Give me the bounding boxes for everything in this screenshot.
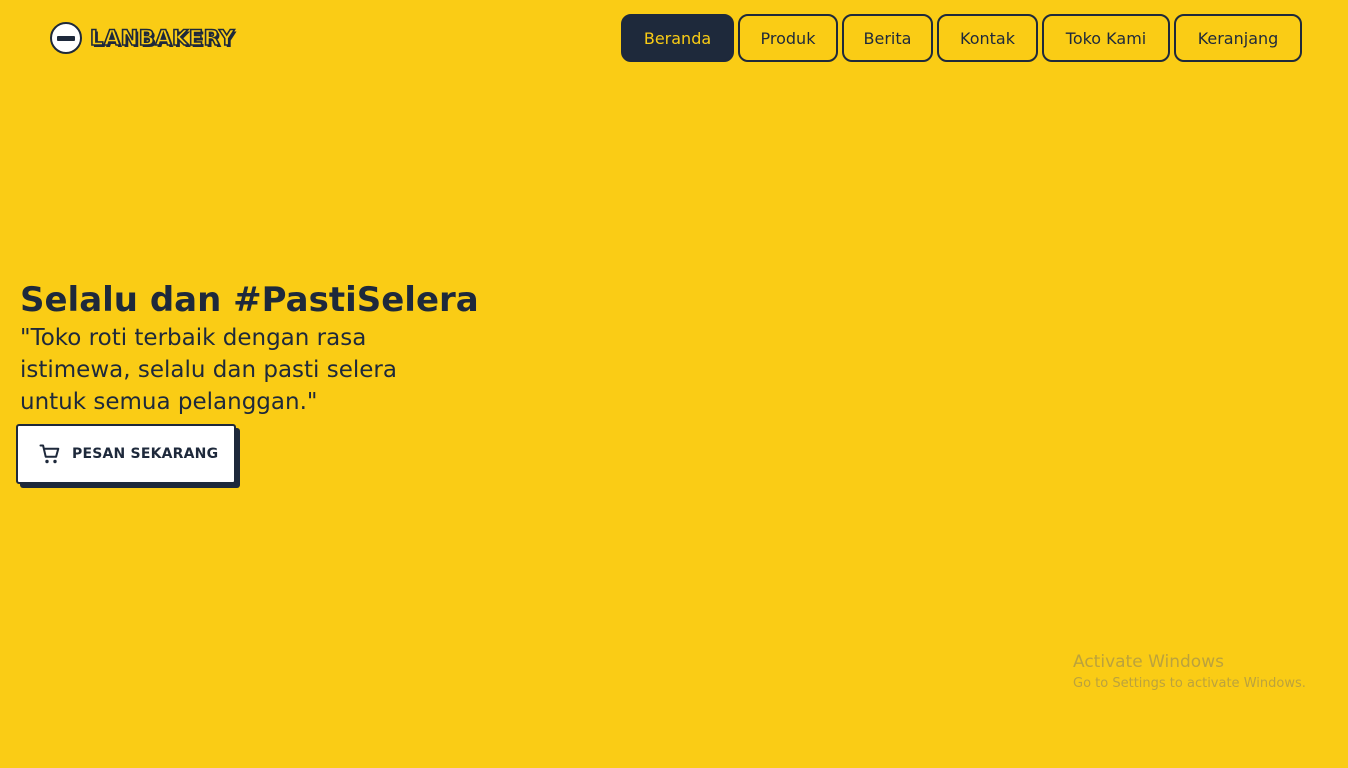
main-nav: Beranda Produk Berita Kontak Toko Kami K…	[621, 14, 1302, 62]
nav-item-beranda[interactable]: Beranda	[621, 14, 734, 62]
bakery-logo-icon	[50, 22, 82, 54]
watermark-subtitle: Go to Settings to activate Windows.	[1073, 676, 1306, 691]
brand-name: LANBAKERY	[89, 25, 235, 50]
watermark-title: Activate Windows	[1073, 652, 1224, 672]
shopping-cart-icon	[39, 444, 60, 464]
brand-logo[interactable]: LANBAKERY	[50, 20, 235, 56]
hero-tagline: "Toko roti terbaik dengan rasa istimewa,…	[20, 325, 397, 415]
windows-activation-watermark: Activate Windows Go to Settings to activ…	[1073, 651, 1306, 694]
nav-item-kontak[interactable]: Kontak	[937, 14, 1038, 62]
nav-item-berita[interactable]: Berita	[842, 14, 933, 62]
nav-item-toko-kami[interactable]: Toko Kami	[1042, 14, 1170, 62]
order-now-label: PESAN SEKARANG	[72, 446, 219, 462]
nav-item-produk[interactable]: Produk	[738, 14, 838, 62]
landing-page: LANBAKERY Beranda Produk Berita Kontak T…	[0, 0, 1348, 768]
nav-item-keranjang[interactable]: Keranjang	[1174, 14, 1302, 62]
hero-section: Selalu dan #PastiSelera "Toko roti terba…	[20, 278, 490, 418]
hero-title: Selalu dan #PastiSelera	[20, 280, 479, 320]
order-now-button[interactable]: PESAN SEKARANG	[16, 424, 236, 484]
